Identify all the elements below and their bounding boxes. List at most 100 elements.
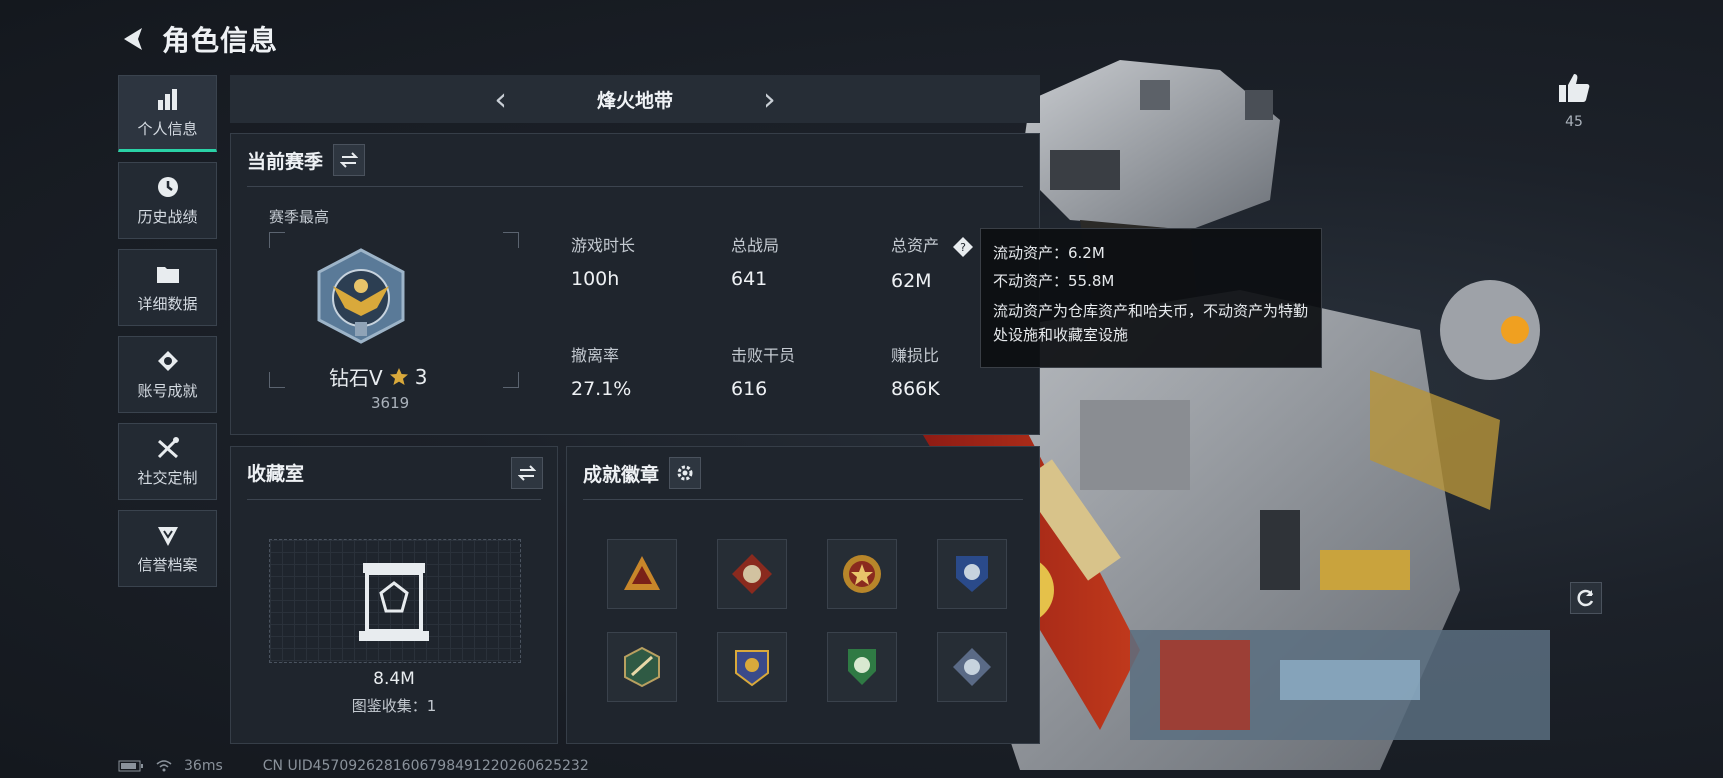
stat-value: 27.1% <box>571 378 632 400</box>
prev-mode-button[interactable]: ‹ <box>494 83 507 115</box>
bar-chart-icon <box>155 86 181 112</box>
rank-name: 钻石Ⅴ 3 <box>329 362 427 391</box>
hex-badge-icon <box>624 646 660 688</box>
stat-label: 赚损比 <box>891 346 940 365</box>
rank-label: 赛季最高 <box>269 208 330 226</box>
sidebar-item-label: 社交定制 <box>137 469 198 487</box>
vault-icon <box>359 563 429 641</box>
switch-collection-button[interactable] <box>511 457 543 489</box>
stat-label: 总战局 <box>731 236 780 255</box>
tooltip-fixed-assets: 不动资产：55.8M <box>993 272 1115 290</box>
page-title: 角色信息 <box>162 24 279 57</box>
ping-value: 36ms <box>184 758 223 774</box>
stat-total-matches: 总战局 641 <box>731 232 779 290</box>
sidebar-item-reputation[interactable]: 信誉档案 <box>118 510 217 587</box>
swap-icon <box>340 152 359 168</box>
achievement-badge[interactable] <box>827 539 897 609</box>
next-mode-button[interactable]: › <box>763 83 776 115</box>
stat-label: 击败干员 <box>731 346 796 365</box>
page-header: 角色信息 <box>118 18 278 60</box>
assets-tooltip: 流动资产：6.2M 不动资产：55.8M 流动资产为仓库资产和哈夫币，不动资产为… <box>980 228 1322 368</box>
swap-icon <box>518 465 536 481</box>
tools-icon <box>155 435 181 461</box>
wifi-icon <box>156 760 172 772</box>
season-title: 当前赛季 <box>247 150 324 173</box>
sidebar-item-history[interactable]: 历史战绩 <box>118 162 217 239</box>
svg-text:?: ? <box>960 241 966 254</box>
rotate-model-button[interactable] <box>1570 582 1602 614</box>
collection-panel: 收藏室 8.4M 图鉴收集：1 <box>230 446 558 744</box>
gear-icon <box>677 465 693 481</box>
stat-label: 总资产 ? <box>891 232 974 258</box>
back-arrow-icon[interactable] <box>118 24 148 54</box>
shield-badge-icon <box>956 556 988 592</box>
achievement-badge[interactable] <box>937 632 1007 702</box>
divider <box>583 499 1023 500</box>
achievement-badge[interactable] <box>717 632 787 702</box>
switch-season-button[interactable] <box>333 144 366 176</box>
stat-value: 100h <box>571 268 620 290</box>
sidebar-item-label: 个人信息 <box>137 120 198 138</box>
rank-tier: 钻石Ⅴ <box>329 366 383 390</box>
green-shield-icon <box>848 649 876 685</box>
divider <box>247 499 541 500</box>
user-uid: CN UID4570926281606798491220260625232 <box>262 758 589 774</box>
sidebar-item-label: 历史战绩 <box>137 208 198 226</box>
star-medal-icon <box>843 555 881 593</box>
achievements-title: 成就徽章 <box>583 463 660 486</box>
achievements-panel: 成就徽章 <box>566 446 1040 744</box>
rank-stars: 3 <box>414 364 428 389</box>
help-icon[interactable]: ? <box>952 236 974 258</box>
achievement-badge[interactable] <box>607 539 677 609</box>
collection-count: 图鉴收集：1 <box>351 697 437 715</box>
stat-operators-defeated: 击败干员 616 <box>731 342 795 400</box>
tooltip-liquid-assets: 流动资产：6.2M <box>993 244 1105 262</box>
sidebar-item-personal-info[interactable]: 个人信息 <box>118 75 217 152</box>
shield-icon <box>155 522 181 548</box>
divider <box>247 186 1023 187</box>
stat-total-assets: 总资产 ? 62M <box>891 232 974 292</box>
pyramid-badge-icon <box>624 556 660 590</box>
mode-selector: ‹ 烽火地带 › <box>230 75 1040 123</box>
status-bar: 36ms CN UID45709262816067984912202606252… <box>118 758 589 774</box>
tooltip-description: 流动资产为仓库资产和哈夫币，不动资产为特勤处设施和收藏室设施 <box>993 302 1309 344</box>
stat-value: 641 <box>731 268 768 290</box>
collection-title: 收藏室 <box>247 463 305 485</box>
rank-score: 3619 <box>371 394 410 412</box>
sidebar-item-label: 账号成就 <box>137 382 198 400</box>
star-icon <box>389 367 408 385</box>
stat-label: 撤离率 <box>571 346 620 365</box>
stat-label-text: 总资产 <box>891 236 940 255</box>
mode-title: 烽火地带 <box>596 89 673 112</box>
refresh-icon <box>1577 589 1594 607</box>
achievement-icon <box>155 348 181 374</box>
season-panel: 当前赛季 赛季最高 钻石Ⅴ 3 3619 游戏时长 100h 总战局 641 总… <box>230 133 1040 435</box>
clock-icon <box>155 174 181 200</box>
thumbs-up-icon <box>1559 74 1590 102</box>
achievement-badge[interactable] <box>607 632 677 702</box>
achievement-badge[interactable] <box>937 539 1007 609</box>
battery-icon <box>118 760 143 772</box>
diamond-badge-icon <box>953 648 991 686</box>
stat-value: 866K <box>891 378 940 400</box>
stat-playtime: 游戏时长 100h <box>571 232 635 290</box>
achievement-badge[interactable] <box>827 632 897 702</box>
achievement-badge[interactable] <box>717 539 787 609</box>
folder-icon <box>155 261 181 287</box>
achievements-settings-button[interactable] <box>669 457 702 489</box>
sidebar-item-detailed-data[interactable]: 详细数据 <box>118 249 217 326</box>
sidebar-item-label: 信誉档案 <box>137 556 198 574</box>
stat-value: 62M <box>891 269 932 292</box>
wolf-badge-icon <box>732 554 772 594</box>
sidebar-item-social[interactable]: 社交定制 <box>118 423 217 500</box>
like-button[interactable]: 45 <box>1556 72 1592 130</box>
collection-value: 8.4M <box>373 669 415 689</box>
sidebar-item-label: 详细数据 <box>137 295 198 313</box>
rank-badge-icon <box>317 248 405 344</box>
like-count: 45 <box>1565 114 1583 130</box>
sidebar: 个人信息 历史战绩 详细数据 账号成就 社交定制 信誉档案 <box>118 75 218 597</box>
crest-badge-icon <box>735 650 769 687</box>
sidebar-item-achievements[interactable]: 账号成就 <box>118 336 217 413</box>
stat-value: 616 <box>731 378 768 400</box>
stat-label: 游戏时长 <box>571 236 636 255</box>
